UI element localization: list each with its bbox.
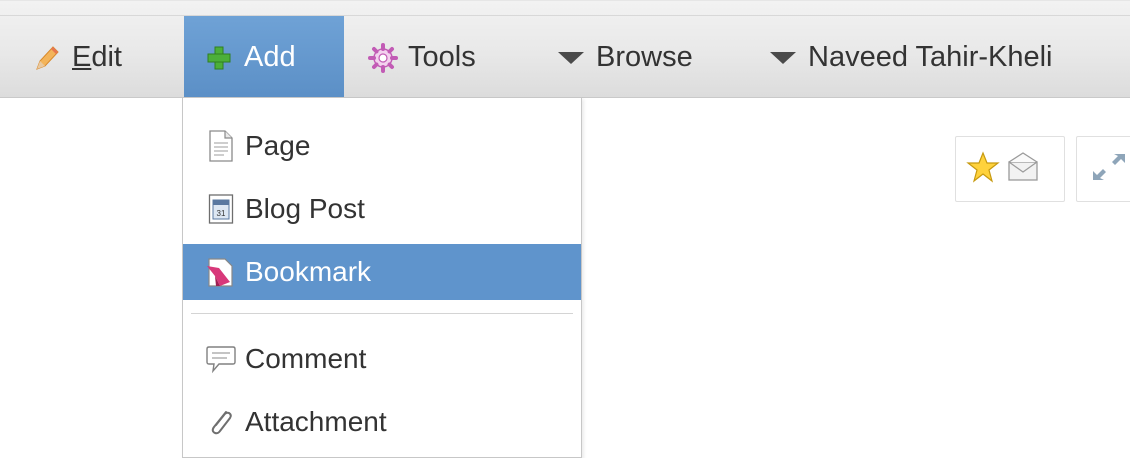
user-menu-button[interactable]: Naveed Tahir-Kheli — [768, 16, 1053, 99]
gear-icon — [368, 42, 398, 73]
menu-item-label: Blog Post — [245, 193, 365, 224]
page-actions — [955, 136, 1065, 202]
expand-icon — [1089, 150, 1129, 189]
expand-button[interactable] — [1076, 136, 1130, 202]
paperclip-icon — [205, 406, 237, 438]
blog-post-icon: 31 — [205, 193, 237, 225]
browse-menu-button[interactable]: Browse — [556, 16, 693, 99]
add-dropdown-menu: Page 31 Blog Post Bookmark Comment Attac… — [182, 97, 582, 458]
top-toolbar: Edit Add Tools Browse Naveed Tahir-Kheli — [0, 0, 1130, 99]
menu-item-attachment[interactable]: Attachment — [183, 394, 581, 450]
edit-label: Edit — [72, 41, 122, 73]
tools-label: Tools — [408, 41, 476, 73]
star-icon[interactable] — [966, 150, 1000, 189]
menu-item-bookmark[interactable]: Bookmark — [183, 244, 581, 300]
tools-menu-button[interactable]: Tools — [368, 16, 476, 99]
edit-menu-button[interactable]: Edit — [32, 16, 122, 99]
pencil-icon — [32, 43, 62, 73]
add-label: Add — [244, 41, 296, 73]
menu-item-page[interactable]: Page — [183, 118, 581, 174]
browse-label: Browse — [596, 41, 693, 73]
menu-item-label: Attachment — [245, 406, 387, 437]
menu-item-comment[interactable]: Comment — [183, 331, 581, 387]
bookmark-icon — [205, 256, 237, 288]
menu-item-label: Bookmark — [245, 256, 372, 287]
dropdown-triangle-icon — [556, 43, 586, 73]
menu-item-blog-post[interactable]: 31 Blog Post — [183, 181, 581, 237]
page-icon — [205, 130, 237, 162]
user-name-label: Naveed Tahir-Kheli — [808, 41, 1053, 73]
menu-item-label: Page — [245, 130, 311, 161]
menu-item-label: Comment — [245, 343, 367, 374]
menu-separator — [191, 313, 573, 314]
svg-text:31: 31 — [217, 209, 226, 218]
dropdown-triangle-icon — [768, 43, 798, 73]
add-menu-button[interactable]: Add — [184, 16, 344, 99]
envelope-icon[interactable] — [1006, 150, 1042, 189]
plus-icon — [204, 43, 234, 73]
comment-icon — [205, 343, 237, 375]
